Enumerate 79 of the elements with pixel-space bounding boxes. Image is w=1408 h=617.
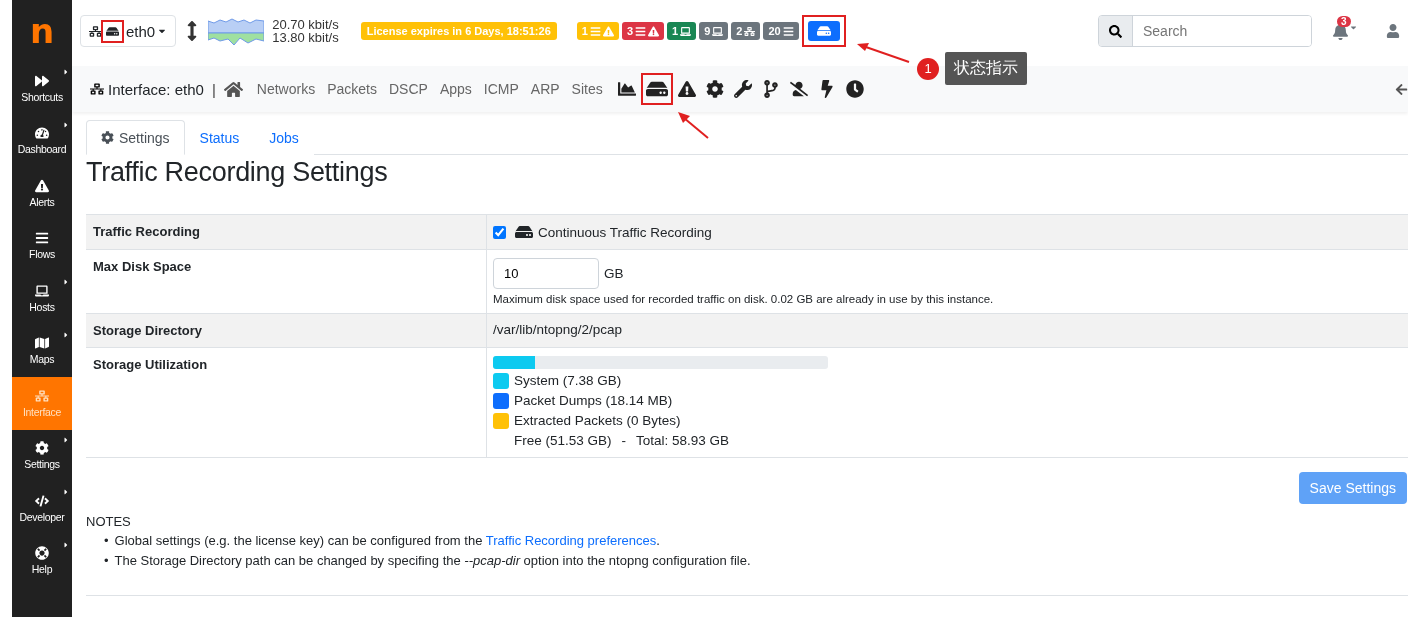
interface-title: Interface: eth0 <box>108 80 204 98</box>
interface-select[interactable]: eth0 <box>80 15 177 47</box>
nav-link[interactable]: Apps <box>439 81 472 97</box>
note-text: Global settings (e.g. the license key) can be configured from the Traffic Recording preferences. <box>114 532 660 550</box>
directory-path: /var/lib/ntopng/2/pcap <box>493 322 624 337</box>
step-number: 1 <box>917 57 939 80</box>
sidebar-item[interactable]: Hosts <box>12 272 72 325</box>
search-field[interactable]: Search <box>1098 15 1312 47</box>
gauge-icon <box>35 126 49 141</box>
network-icon <box>90 82 104 96</box>
download-rate: 13.80 kbit/s <box>272 31 339 44</box>
legend-label: System (7.38 GB) <box>514 373 622 389</box>
sidebar-item[interactable]: Developer <box>12 482 72 535</box>
forward-icon <box>35 73 49 88</box>
sidebar-item[interactable]: Help <box>12 534 72 587</box>
note-text: The Storage Directory path can be changed by specifing the --pcap-dir option into the ntopng configuration file. <box>114 552 751 570</box>
bullet: • <box>104 552 109 570</box>
callout-label: 状态指示 <box>945 52 1027 85</box>
sidebar-item[interactable]: Shortcuts <box>12 62 72 115</box>
network-icon <box>35 388 49 403</box>
laptop-icon <box>35 283 49 298</box>
laptop-icon <box>680 25 692 37</box>
status-badge[interactable]: 2 <box>731 22 761 40</box>
sidebar-item[interactable]: Maps <box>12 324 72 377</box>
status-badge[interactable]: 9 <box>699 22 729 40</box>
recording-checkbox[interactable] <box>493 225 506 239</box>
legend-label: Extracted Packets (0 Bytes) <box>514 413 681 429</box>
separator: | <box>211 80 216 98</box>
sidebar-item[interactable]: Dashboard <box>12 114 72 167</box>
free-space: Free (51.53 GB) <box>514 433 612 449</box>
separator: - <box>621 433 627 449</box>
setting-label: Traffic Recording <box>86 215 487 250</box>
user-icon[interactable] <box>1386 24 1400 38</box>
settings-icon <box>101 131 114 144</box>
setting-label: Storage Utilization <box>86 348 487 458</box>
total-space: Total: 58.93 GB <box>636 433 730 449</box>
nav-link[interactable]: ICMP <box>483 81 519 97</box>
list-icon <box>782 25 794 37</box>
notification-count: 3 <box>1337 15 1351 27</box>
legend-label: Packet Dumps (18.14 MB) <box>514 393 673 409</box>
notes-title: NOTES <box>86 514 132 529</box>
map-icon <box>35 336 49 351</box>
nav-link[interactable]: Networks <box>256 81 316 97</box>
setting-label: Storage Directory <box>86 314 487 348</box>
pointer-arrow <box>676 110 710 140</box>
status-badge[interactable]: 1 <box>667 22 697 40</box>
unit-label: GB <box>604 266 624 281</box>
home-icon[interactable] <box>223 79 243 99</box>
status-badge[interactable] <box>807 21 840 41</box>
help-icon <box>35 546 49 561</box>
upload-rate: 20.70 kbit/s <box>272 18 339 31</box>
tab[interactable]: Settings <box>86 120 185 155</box>
page-heading: Traffic Recording Settings <box>86 157 389 188</box>
checkbox-label: Continuous Traffic Recording <box>538 224 712 240</box>
status-badge[interactable]: 3 <box>621 22 664 40</box>
list-icon <box>35 231 49 246</box>
nav-link[interactable]: Sites <box>571 81 603 97</box>
search-icon <box>1109 24 1122 38</box>
logo[interactable]: n <box>12 0 72 62</box>
nav-link[interactable]: Packets <box>327 81 377 97</box>
help-text: Maximum disk space used for recorded traffic on disk. 0.02 GB are already in use by this instance. <box>493 293 995 305</box>
status-badge[interactable]: 20 <box>763 22 799 40</box>
sidebar-item[interactable]: Settings <box>12 429 72 482</box>
pointer-arrow <box>855 40 911 66</box>
sidebar-item[interactable]: Flows <box>12 219 72 272</box>
disk-space-field[interactable]: 10 <box>493 258 599 289</box>
nav-link[interactable]: DSCP <box>389 81 428 97</box>
network-icon <box>89 24 102 38</box>
bullet: • <box>104 532 109 550</box>
nav-link[interactable]: ARP <box>530 81 560 97</box>
settings-icon <box>35 441 49 456</box>
back-arrow-icon[interactable] <box>1395 82 1408 96</box>
laptop-icon <box>712 25 724 37</box>
sidebar-item[interactable]: Alerts <box>12 167 72 220</box>
setting-label: Max Disk Space <box>86 250 487 314</box>
warning-icon <box>35 178 49 193</box>
license-badge: License expires in 6 Days, 18:51:26 <box>360 22 557 40</box>
network-icon <box>744 25 756 37</box>
code-icon <box>35 493 49 508</box>
